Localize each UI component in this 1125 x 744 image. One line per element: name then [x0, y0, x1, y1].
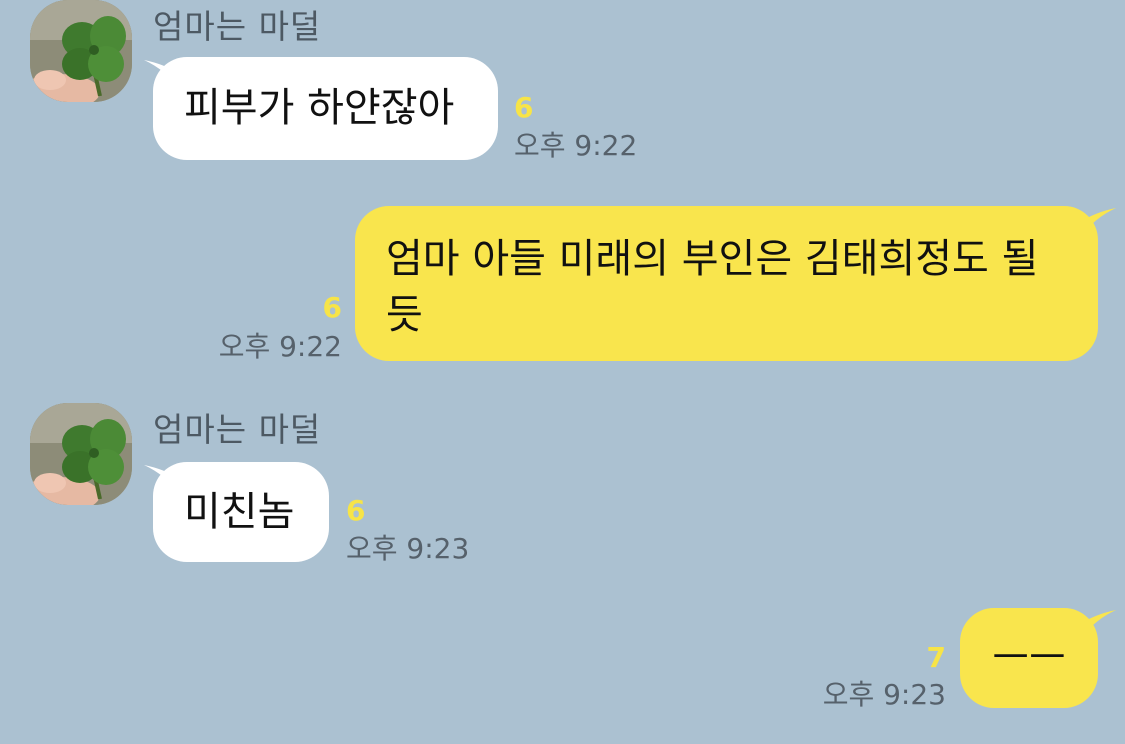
message-text: 미친놈	[184, 489, 295, 535]
message-time: 오후 9:23	[822, 678, 946, 711]
message-text: 피부가 하얀잖아	[184, 85, 455, 131]
unread-count: 6	[514, 91, 534, 124]
sender-name: 엄마는 마덜	[153, 410, 322, 449]
unread-count: 6	[346, 494, 366, 527]
message-bubble-outgoing[interactable]: 엄마 아들 미래의 부인은 김태희정도 될 듯	[355, 206, 1098, 361]
four-leaf-clover-icon	[30, 0, 132, 102]
message-time: 오후 9:22	[218, 330, 342, 363]
message-bubble-incoming[interactable]: 피부가 하얀잖아	[153, 57, 498, 160]
message-text: 엄마 아들 미래의 부인은 김태희정도 될 듯	[386, 236, 1039, 338]
message-time: 오후 9:22	[514, 129, 638, 162]
message-time: 오후 9:23	[346, 532, 470, 565]
avatar[interactable]	[30, 0, 132, 102]
bubble-tail	[1080, 208, 1116, 238]
avatar[interactable]	[30, 403, 132, 505]
sender-name: 엄마는 마덜	[153, 7, 322, 46]
bubble-tail	[1080, 610, 1116, 640]
chat-room: 엄마는 마덜 피부가 하얀잖아 6 오후 9:22 6 오후 9:22 엄마 아…	[0, 0, 1125, 744]
unread-count: 6	[322, 291, 342, 324]
four-leaf-clover-icon	[30, 403, 132, 505]
unread-count: 7	[926, 641, 946, 674]
message-text: ㅡㅡ	[992, 635, 1066, 681]
message-bubble-incoming[interactable]: 미친놈	[153, 462, 329, 562]
message-bubble-outgoing[interactable]: ㅡㅡ	[960, 608, 1098, 708]
